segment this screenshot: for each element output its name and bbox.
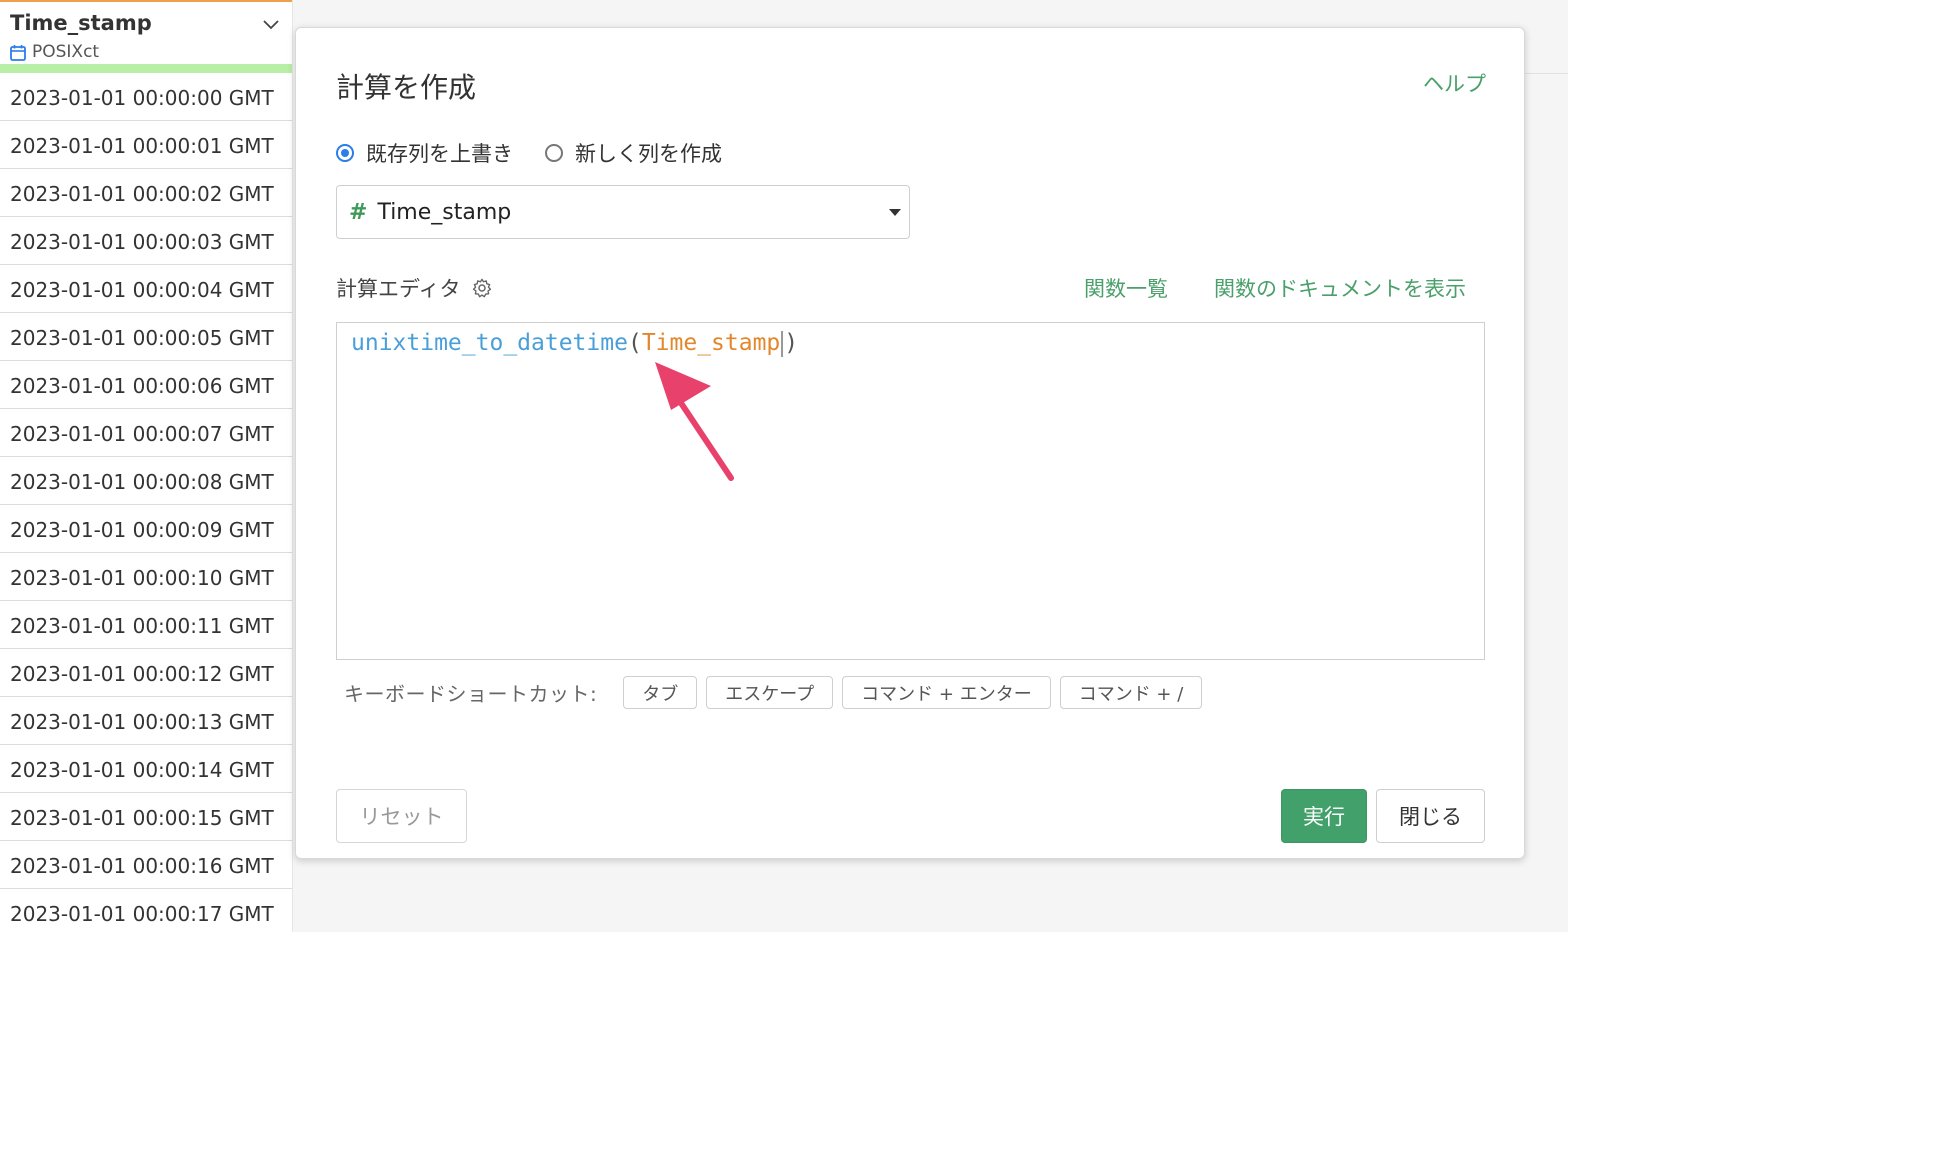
column-type: POSIXct (10, 42, 99, 62)
table-row[interactable]: 2023-01-01 00:00:08 GMT (0, 457, 292, 505)
calculation-editor[interactable]: unixtime_to_datetime(Time_stamp) (336, 322, 1485, 660)
table-row[interactable]: 2023-01-01 00:00:16 GMT (0, 841, 292, 889)
gear-icon[interactable] (471, 277, 493, 299)
column-quality-bar (0, 64, 292, 73)
reset-button[interactable]: リセット (336, 789, 467, 843)
table-row[interactable]: 2023-01-01 00:00:11 GMT (0, 601, 292, 649)
code-argument: Time_stamp (641, 330, 781, 356)
code-function: unixtime_to_datetime (351, 330, 628, 356)
table-row[interactable]: 2023-01-01 00:00:03 GMT (0, 217, 292, 265)
table-row[interactable]: 2023-01-01 00:00:01 GMT (0, 121, 292, 169)
run-button[interactable]: 実行 (1281, 789, 1367, 843)
code-line: unixtime_to_datetime(Time_stamp) (351, 330, 798, 357)
shortcut-tab: タブ (623, 676, 698, 709)
code-paren-open: ( (627, 330, 642, 356)
radio-overwrite-label: 既存列を上書き (366, 142, 513, 166)
radio-unchecked-icon[interactable] (545, 144, 563, 162)
radio-overwrite[interactable]: 既存列を上書き (336, 138, 513, 168)
radio-new-column-label: 新しく列を作成 (575, 142, 722, 166)
code-paren-close: ) (784, 330, 799, 356)
calendar-icon (10, 44, 26, 61)
select-value: Time_stamp (377, 199, 512, 225)
radio-checked-icon[interactable] (336, 144, 354, 162)
chevron-down-icon[interactable] (262, 16, 280, 34)
table-row[interactable]: 2023-01-01 00:00:09 GMT (0, 505, 292, 553)
shortcut-command-enter: コマンド + エンター (842, 676, 1051, 709)
table-row[interactable]: 2023-01-01 00:00:05 GMT (0, 313, 292, 361)
shortcut-command-slash: コマンド + / (1059, 676, 1203, 709)
table-row[interactable]: 2023-01-01 00:00:10 GMT (0, 553, 292, 601)
column-type-label: POSIXct (32, 42, 100, 62)
table-row[interactable]: 2023-01-01 00:00:06 GMT (0, 361, 292, 409)
shortcut-escape: エスケープ (706, 676, 834, 709)
column-rows: 2023-01-01 00:00:00 GMT 2023-01-01 00:00:… (0, 73, 292, 932)
text-cursor (781, 330, 784, 357)
annotation-arrow-icon (655, 362, 734, 481)
create-calculation-dialog: 計算を作成 ヘルプ 既存列を上書き 新しく列を作成 # Time_stamp 計… (295, 27, 1525, 859)
table-row[interactable]: 2023-01-01 00:00:04 GMT (0, 265, 292, 313)
shortcuts-label: キーボードショートカット: (344, 682, 598, 706)
caret-down-icon (889, 209, 901, 216)
table-row[interactable]: 2023-01-01 00:00:12 GMT (0, 649, 292, 697)
column-header[interactable]: Time_stamp POSIXct (0, 0, 292, 64)
function-list-link[interactable]: 関数一覧 (1084, 273, 1168, 303)
dialog-title: 計算を作成 (336, 71, 477, 104)
table-row[interactable]: 2023-01-01 00:00:15 GMT (0, 793, 292, 841)
data-column: Time_stamp POSIXct 2023-01-01 00:00:00 G… (0, 0, 293, 932)
keyboard-shortcuts: キーボードショートカット: タブ エスケープ コマンド + エンター コマンド … (344, 676, 1211, 709)
divider (1525, 73, 1568, 74)
table-row[interactable]: 2023-01-01 00:00:14 GMT (0, 745, 292, 793)
table-row[interactable]: 2023-01-01 00:00:00 GMT (0, 73, 292, 121)
numeric-type-icon: # (349, 199, 368, 225)
column-title: Time_stamp (10, 11, 152, 35)
function-docs-link[interactable]: 関数のドキュメントを表示 (1214, 273, 1466, 303)
close-button[interactable]: 閉じる (1376, 789, 1485, 843)
table-row[interactable]: 2023-01-01 00:00:17 GMT (0, 889, 292, 932)
table-row[interactable]: 2023-01-01 00:00:02 GMT (0, 169, 292, 217)
help-link[interactable]: ヘルプ (1423, 68, 1486, 98)
editor-label-text: 計算エディタ (336, 277, 461, 301)
target-column-select[interactable]: # Time_stamp (336, 185, 910, 239)
mode-radio-group: 既存列を上書き 新しく列を作成 (336, 138, 754, 168)
table-row[interactable]: 2023-01-01 00:00:07 GMT (0, 409, 292, 457)
table-row[interactable]: 2023-01-01 00:00:13 GMT (0, 697, 292, 745)
radio-new-column[interactable]: 新しく列を作成 (545, 138, 722, 168)
editor-label: 計算エディタ (336, 273, 493, 303)
